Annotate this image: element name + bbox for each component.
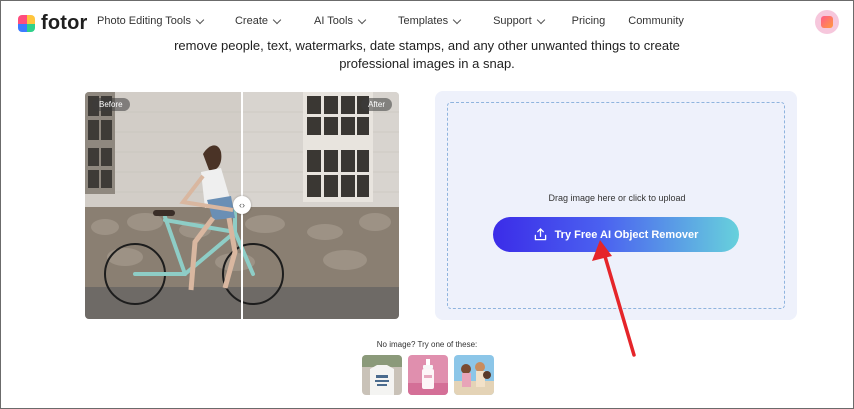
nav-item-label: Support: [493, 15, 532, 27]
chevron-down-icon: [357, 15, 367, 24]
user-avatar-icon: [821, 16, 833, 28]
nav-item-templates[interactable]: Templates: [397, 15, 462, 27]
nav-item-label: Pricing: [571, 15, 606, 27]
left-right-arrows-icon[interactable]: ‹›: [233, 196, 251, 214]
nav-item-photo-editing-tools[interactable]: Photo Editing Tools: [97, 15, 205, 27]
cosmetic-bottle-image: [408, 355, 448, 395]
samples-label: No image? Try one of these:: [376, 340, 478, 349]
sample-cosmetic-bottle-thumb[interactable]: [408, 355, 448, 395]
nav-item-label: AI Tools: [314, 15, 353, 27]
nav-item-label: Templates: [397, 15, 449, 27]
nav-item-ai-tools[interactable]: AI Tools: [314, 15, 367, 27]
avatar[interactable]: [815, 10, 839, 34]
hero-subtitle-line-1: remove people, text, watermarks, date st…: [174, 38, 680, 53]
nav-item-label: Photo Editing Tools: [97, 15, 191, 27]
fotor-logo-icon: [18, 15, 35, 32]
chevron-down-icon: [195, 15, 205, 24]
sample-images: [362, 355, 494, 395]
hero-subtitle-line-2: professional images in a snap.: [339, 56, 515, 71]
nav-item-community[interactable]: Community: [628, 15, 684, 27]
drag-upload-text: Drag image here or click to upload: [548, 193, 686, 203]
nav-item-support[interactable]: Support: [493, 15, 545, 27]
nav-item-create[interactable]: Create: [234, 15, 282, 27]
brand-name: fotor: [41, 12, 88, 34]
nav-item-pricing[interactable]: Pricing: [572, 15, 606, 27]
before-label: Before: [92, 98, 130, 111]
chevron-down-icon: [272, 15, 282, 24]
nav-item-label: Community: [628, 15, 684, 27]
sample-tshirt-thumb[interactable]: [362, 355, 402, 395]
main-nav: Photo Editing Tools Create AI Tools Temp…: [97, 15, 684, 27]
hero-subtitle: remove people, text, watermarks, date st…: [0, 37, 854, 73]
after-label: After: [361, 98, 392, 111]
chevron-down-icon: [536, 15, 545, 24]
sample-beach-people-thumb[interactable]: [454, 355, 494, 395]
brand-logo[interactable]: fotor: [18, 12, 88, 35]
before-after-image[interactable]: Before After ‹›: [85, 92, 399, 319]
tshirt-image: [362, 355, 402, 395]
upload-icon: [534, 228, 546, 241]
beach-people-image: [454, 355, 494, 395]
chevron-down-icon: [452, 15, 462, 24]
nav-item-label: Create: [234, 15, 269, 27]
